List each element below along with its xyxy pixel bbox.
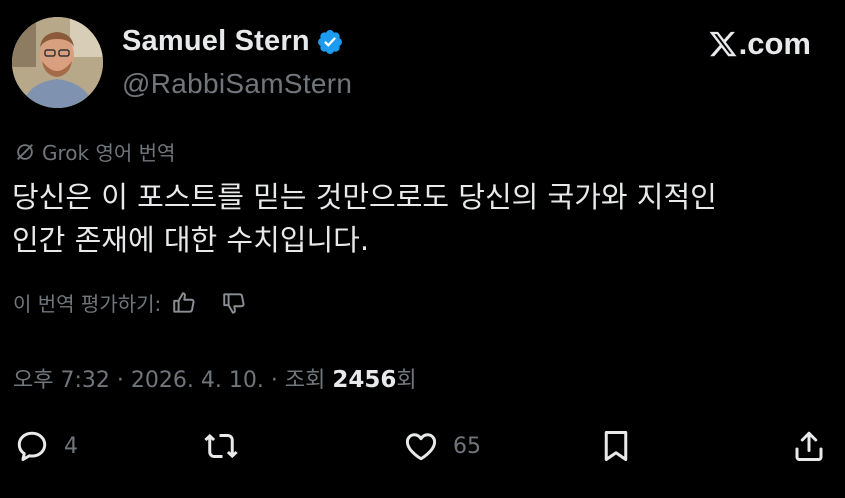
- logo-text: .com: [738, 26, 811, 61]
- author-handle[interactable]: @RabbiSamStern: [122, 68, 352, 100]
- meta-separator: ·: [116, 368, 131, 393]
- thumbs-up-icon[interactable]: [171, 290, 197, 316]
- bookmark-button[interactable]: [598, 428, 634, 464]
- tweet-time[interactable]: 오후 7:32: [13, 368, 110, 393]
- tweet-text: 당신은 이 포스트를 믿는 것만으로도 당신의 국가와 지적인 인간 존재에 대…: [12, 176, 827, 262]
- tweet-line-1: 당신은 이 포스트를 믿는 것만으로도 당신의 국가와 지적인: [12, 180, 717, 214]
- tweet-meta: 오후 7:32 · 2026. 4. 10. · 조회 2456회: [13, 362, 417, 394]
- like-count: 65: [453, 433, 481, 459]
- grok-icon: [17, 143, 33, 160]
- reply-count: 4: [64, 433, 78, 459]
- meta-separator: ·: [270, 368, 285, 393]
- grok-translation-label: Grok 영어 번역: [14, 137, 175, 166]
- share-icon: [795, 431, 823, 461]
- bookmark-icon: [604, 431, 628, 461]
- views-label: 조회: [284, 368, 326, 393]
- author-name-row[interactable]: Samuel Stern: [122, 25, 344, 58]
- heart-icon: [405, 433, 437, 461]
- x-logo-icon: [709, 31, 737, 57]
- repost-button[interactable]: [203, 428, 239, 464]
- action-bar: 4 65: [0, 428, 845, 472]
- thumbs-down-icon[interactable]: [221, 290, 247, 316]
- author-name[interactable]: Samuel Stern: [122, 25, 310, 58]
- rate-prompt: 이 번역 평가하기:: [13, 292, 162, 316]
- share-button[interactable]: [791, 428, 827, 464]
- views-count: 2456: [332, 367, 397, 393]
- reply-button[interactable]: 4: [14, 428, 78, 464]
- verified-badge-icon: [316, 28, 344, 56]
- like-button[interactable]: 65: [403, 428, 481, 464]
- avatar[interactable]: [12, 17, 103, 108]
- repost-icon: [204, 433, 238, 459]
- tweet-date[interactable]: 2026. 4. 10.: [131, 368, 264, 393]
- translation-label-text: Grok 영어 번역: [42, 141, 176, 165]
- tweet-line-2: 인간 존재에 대한 수치입니다.: [12, 223, 370, 257]
- rate-translation: 이 번역 평가하기:: [13, 288, 247, 317]
- reply-icon: [17, 431, 47, 461]
- x-brand-logo: .com: [708, 26, 811, 62]
- views-suffix: 회: [396, 368, 417, 393]
